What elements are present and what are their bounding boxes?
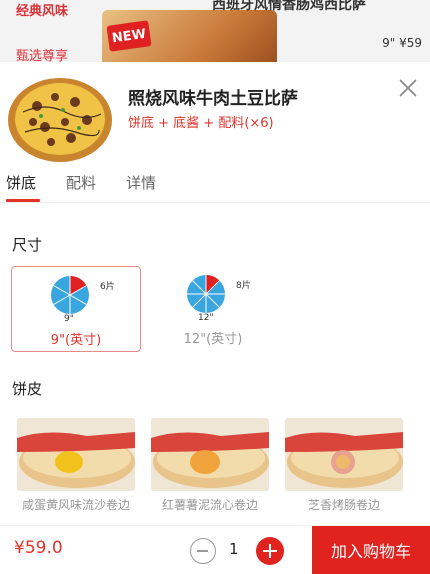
slice-count: 6片 <box>100 282 115 292</box>
divider <box>0 202 430 203</box>
crust-image <box>285 418 403 491</box>
customize-sheet: 照烧风味牛肉土豆比萨 饼底 + 底酱 + 配料(×6) 饼底 配料 详情 尺寸 … <box>0 62 430 574</box>
decrease-quantity-button[interactable] <box>190 538 216 564</box>
tab-toppings[interactable]: 配料 <box>66 172 96 193</box>
size-option-12[interactable]: 8片 12" 12"(英寸) <box>148 266 278 352</box>
product-image <box>5 72 115 164</box>
size-label: 9"(英寸) <box>50 333 102 348</box>
inch-label: 9" <box>64 314 74 324</box>
product-subtitle: 饼底 + 底酱 + 配料(×6) <box>128 116 274 131</box>
size-section-title: 尺寸 <box>12 236 43 254</box>
category-premium[interactable]: 甄选尊享 <box>16 45 68 62</box>
size-label: 12"(英寸) <box>183 332 243 347</box>
pie-8-slices-icon <box>187 275 225 313</box>
size-option-9[interactable]: 6片 9" 9"(英寸) <box>11 266 141 352</box>
close-icon[interactable] <box>396 76 420 100</box>
crust-section-title: 饼皮 <box>12 380 43 398</box>
inch-label: 12" <box>198 313 214 323</box>
crust-option[interactable]: 芝香烤肠卷边 <box>285 418 403 531</box>
tab-crust[interactable]: 饼底 <box>6 172 36 193</box>
crust-option[interactable]: 咸蛋黄风味流沙卷边 <box>17 418 135 531</box>
crust-image <box>17 418 135 491</box>
background-product-title: 西班牙风情香肠鸡西比萨 <box>212 0 366 13</box>
tab-bar: 饼底 配料 详情 <box>0 170 430 202</box>
category-classic[interactable]: 经典风味 <box>16 0 68 19</box>
product-title: 照烧风味牛肉土豆比萨 <box>128 89 298 109</box>
background-menu: 经典风味 甄选尊享 NEW 西班牙风情香肠鸡西比萨 9" ¥59 <box>0 0 430 62</box>
quantity-value: 1 <box>229 540 239 558</box>
background-product-price: 9" ¥59 <box>382 36 422 50</box>
tab-details[interactable]: 详情 <box>126 172 156 193</box>
total-price: ¥59.0 <box>14 538 63 558</box>
new-badge: NEW <box>106 20 152 52</box>
add-to-cart-button[interactable]: 加入购物车 <box>312 526 430 574</box>
crust-option[interactable]: 红薯薯泥流心卷边 <box>151 418 269 531</box>
increase-quantity-button[interactable] <box>256 537 284 565</box>
crust-image <box>151 418 269 491</box>
bottom-bar: ¥59.0 1 加入购物车 <box>0 525 430 574</box>
pie-6-slices-icon <box>51 276 89 314</box>
slice-count: 8片 <box>236 281 251 291</box>
background-product-image: NEW <box>102 10 277 62</box>
